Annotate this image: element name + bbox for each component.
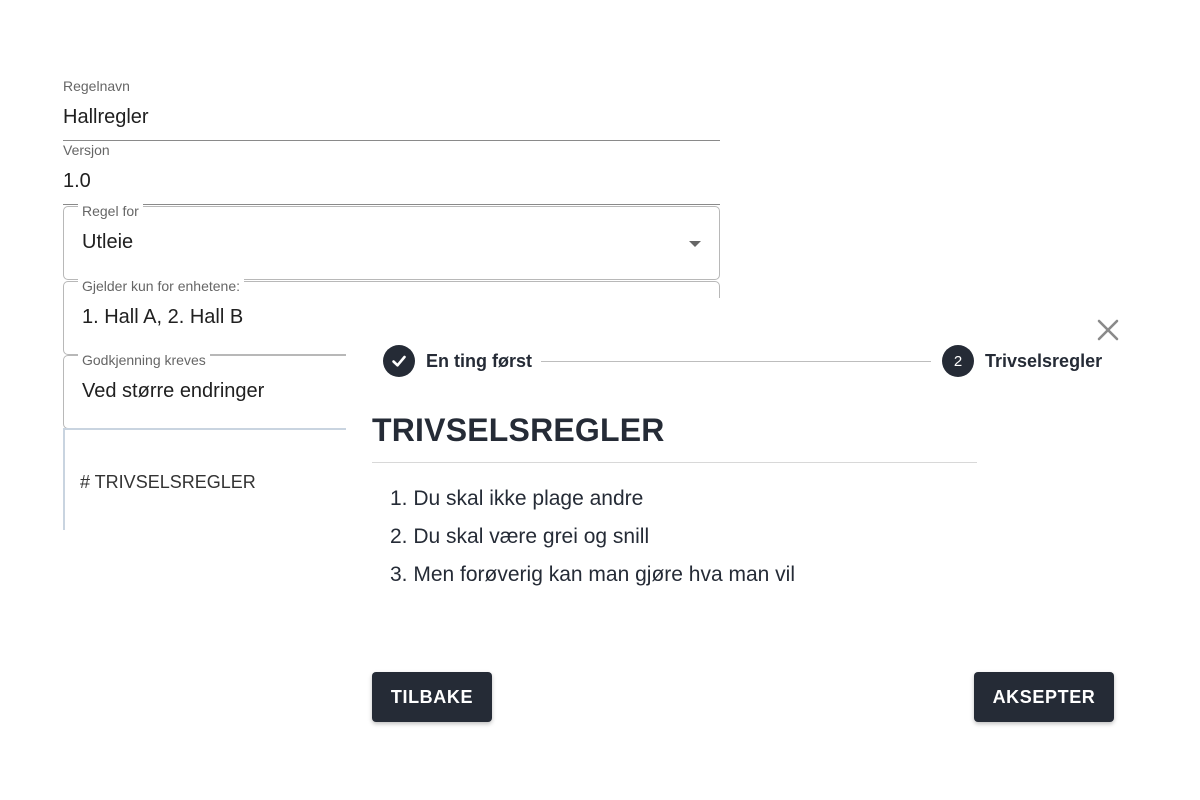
close-icon[interactable] <box>1094 316 1122 344</box>
version-field[interactable]: Versjon 1.0 <box>63 142 720 205</box>
stepper-connector <box>541 361 931 362</box>
applies-to-value: 1. Hall A, 2. Hall B <box>82 306 244 328</box>
rule-item: 3. Men forøverig kan man gjøre hva man v… <box>390 563 795 586</box>
rule-name-value[interactable]: Hallregler <box>63 106 149 129</box>
check-icon <box>383 345 415 377</box>
editor-text: # TRIVSELSREGLER <box>80 472 256 492</box>
step-1[interactable]: En ting først <box>383 345 532 377</box>
rule-name-field[interactable]: Regelnavn Hallregler <box>63 78 720 141</box>
version-label: Versjon <box>63 142 110 158</box>
applies-to-label: Gjelder kun for enhetene: <box>78 278 244 294</box>
rules-list: 1. Du skal ikke plage andre 2. Du skal v… <box>390 484 795 598</box>
approval-value: Ved større endringer <box>82 380 265 402</box>
step-2-label: Trivselsregler <box>985 350 1103 371</box>
caret-down-icon[interactable] <box>689 241 701 247</box>
rule-for-select[interactable]: Regel for Utleie <box>63 203 720 280</box>
rule-for-value: Utleie <box>82 231 134 253</box>
step-1-label: En ting først <box>426 350 532 371</box>
step-2[interactable]: 2 Trivselsregler <box>942 345 1102 377</box>
title-divider <box>372 462 977 463</box>
rule-name-label: Regelnavn <box>63 78 130 94</box>
rule-for-label: Regel for <box>78 203 143 219</box>
approval-label: Godkjenning kreves <box>78 352 210 368</box>
rule-item: 2. Du skal være grei og snill <box>390 525 650 548</box>
accept-button[interactable]: AKSEPTER <box>974 672 1114 722</box>
back-button[interactable]: TILBAKE <box>372 672 492 722</box>
rules-dialog: En ting først 2 Trivselsregler TRIVSELSR… <box>346 298 1200 800</box>
step-2-number: 2 <box>942 345 974 377</box>
version-value[interactable]: 1.0 <box>63 170 91 193</box>
rule-item: 1. Du skal ikke plage andre <box>390 487 644 510</box>
rules-editor[interactable]: # TRIVSELSREGLER <box>63 428 365 530</box>
rules-title: TRIVSELSREGLER <box>372 412 665 448</box>
